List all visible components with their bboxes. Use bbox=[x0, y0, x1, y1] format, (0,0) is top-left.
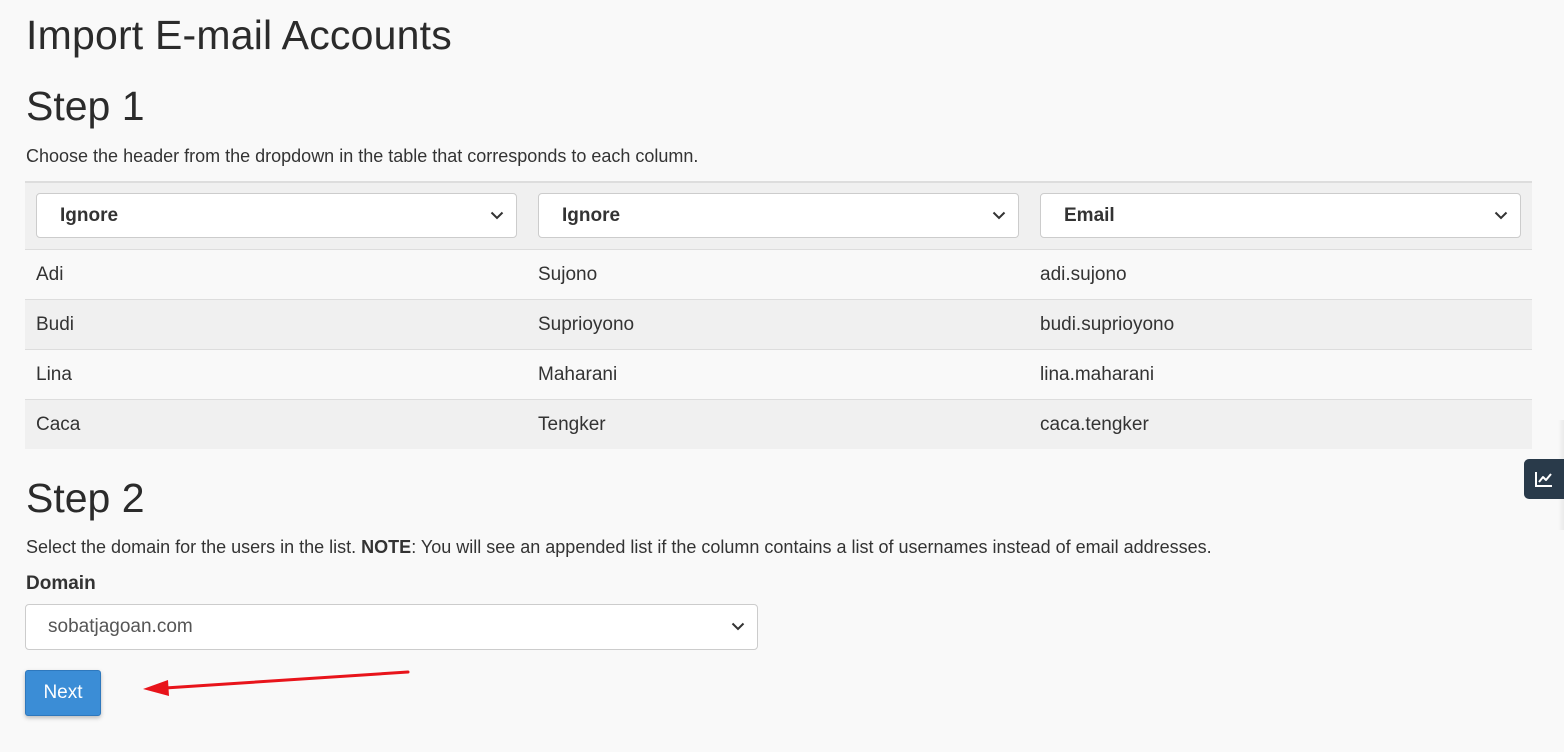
table-cell: Caca bbox=[36, 413, 81, 435]
table-cell: Tengker bbox=[538, 413, 606, 435]
domain-select[interactable]: sobatjagoan.com bbox=[25, 604, 758, 650]
note-label: NOTE bbox=[361, 537, 412, 557]
domain-label: Domain bbox=[26, 573, 96, 594]
table-row: Lina Maharani lina.maharani bbox=[25, 350, 1532, 400]
column-2-select[interactable]: Ignore bbox=[538, 193, 1019, 238]
table-row: Caca Tengker caca.tengker bbox=[25, 400, 1532, 449]
table-cell: Adi bbox=[36, 263, 64, 285]
table-row: Adi Sujono adi.sujono bbox=[25, 250, 1532, 300]
table-cell: Lina bbox=[36, 363, 72, 385]
header-cell-2: Ignore bbox=[527, 183, 1029, 249]
column-3-select-value: Email bbox=[1064, 204, 1115, 226]
step1-description: Choose the header from the dropdown in t… bbox=[26, 146, 699, 166]
column-3-select[interactable]: Email bbox=[1040, 193, 1521, 238]
page-title: Import E-mail Accounts bbox=[26, 12, 452, 58]
table-header-row: Ignore Ignore Email bbox=[25, 183, 1532, 250]
table-cell: Sujono bbox=[538, 263, 598, 285]
line-chart-icon bbox=[1535, 472, 1552, 487]
step1-title: Step 1 bbox=[26, 83, 145, 129]
step2-title: Step 2 bbox=[26, 475, 145, 521]
table-cell: adi.sujono bbox=[1040, 263, 1127, 285]
column-1-select-value: Ignore bbox=[60, 204, 119, 226]
header-cell-3: Email bbox=[1029, 183, 1532, 249]
import-table: Ignore Ignore Email Adi Sujono adi.sujon… bbox=[25, 181, 1532, 449]
table-cell: Suprioyono bbox=[538, 313, 635, 335]
table-cell: caca.tengker bbox=[1040, 413, 1149, 435]
table-cell: Budi bbox=[36, 313, 75, 335]
table-cell: Maharani bbox=[538, 363, 618, 385]
step2-description-start: Select the domain for the users in the l… bbox=[26, 537, 362, 557]
chevron-down-icon bbox=[1494, 211, 1508, 219]
side-stats-button[interactable] bbox=[1524, 459, 1564, 499]
header-cell-1: Ignore bbox=[25, 183, 527, 249]
red-arrow-icon bbox=[143, 670, 410, 696]
table-row: Budi Suprioyono budi.suprioyono bbox=[25, 300, 1532, 350]
column-1-select[interactable]: Ignore bbox=[36, 193, 517, 238]
chevron-down-icon bbox=[490, 211, 504, 219]
table-cell: lina.maharani bbox=[1040, 363, 1155, 385]
domain-select-value: sobatjagoan.com bbox=[48, 616, 193, 637]
step2-description-end: : You will see an appended list if the c… bbox=[411, 537, 1212, 557]
step2-description: Select the domain for the users in the l… bbox=[26, 537, 1212, 558]
next-button[interactable]: Next bbox=[25, 670, 101, 716]
chevron-down-icon bbox=[992, 211, 1006, 219]
table-cell: budi.suprioyono bbox=[1040, 313, 1175, 335]
chevron-down-icon bbox=[731, 622, 745, 631]
column-2-select-value: Ignore bbox=[562, 204, 621, 226]
